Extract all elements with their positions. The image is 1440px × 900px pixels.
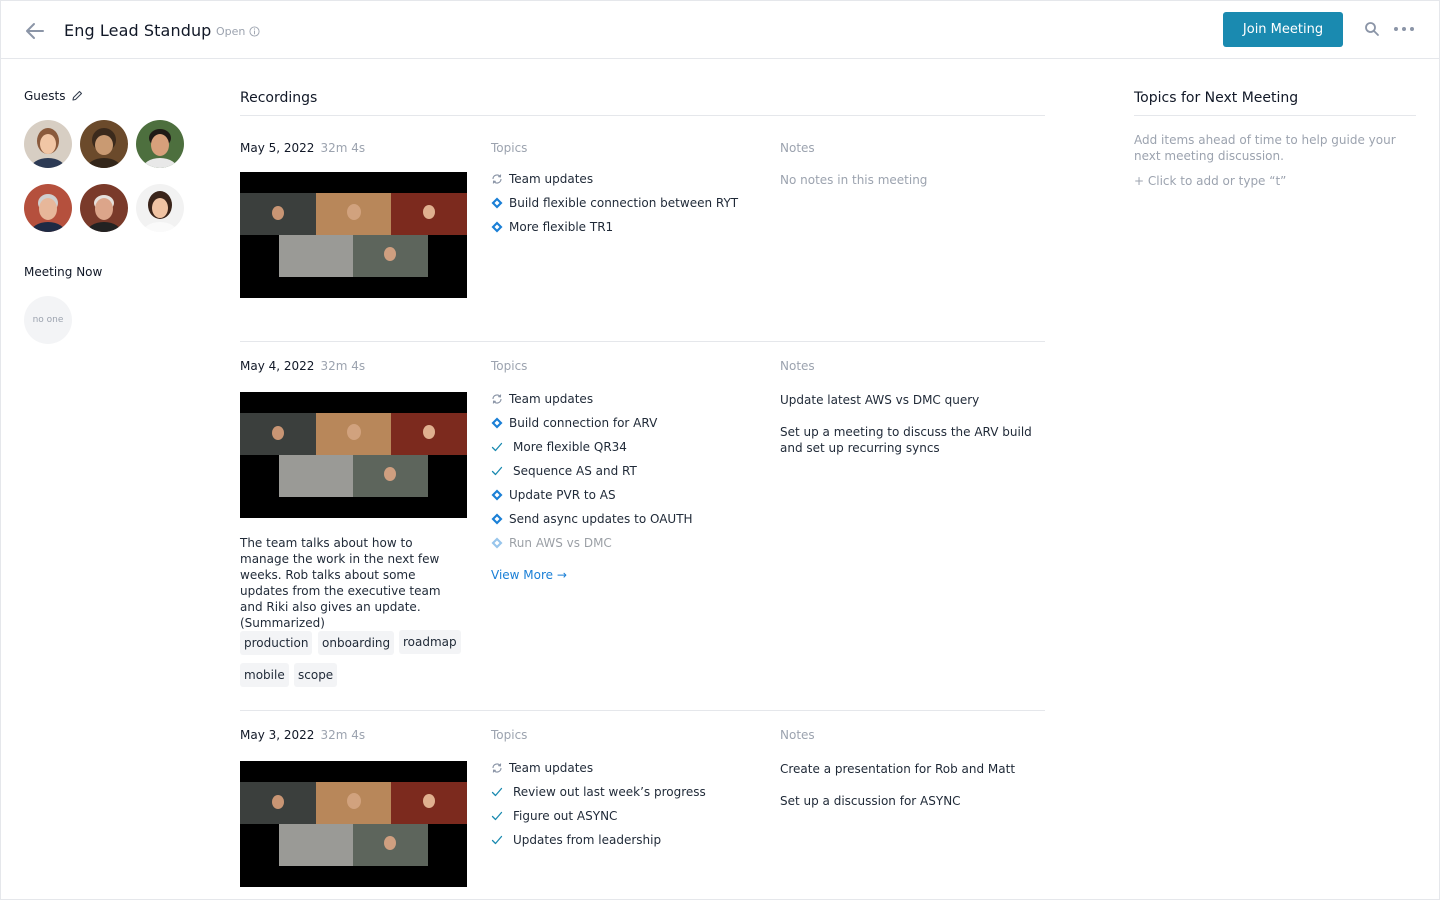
topic-item[interactable]: Updates from leadership [491, 833, 661, 847]
recording-duration: 32m 4s [320, 359, 366, 373]
topic-item[interactable]: Sequence AS and RT [491, 464, 637, 478]
guest-avatar[interactable] [136, 184, 184, 232]
diamond-icon [491, 221, 503, 233]
check-icon [491, 787, 503, 797]
tag-chip[interactable]: onboarding [318, 631, 395, 655]
back-arrow-icon[interactable] [24, 20, 46, 42]
diamond-icon [491, 197, 503, 209]
topics-header: Topics [491, 728, 528, 742]
topic-label: Send async updates to OAUTH [509, 512, 693, 526]
topic-item[interactable]: Build flexible connection between RYT [491, 196, 738, 210]
divider [240, 341, 1045, 342]
status-label: Open [216, 25, 246, 38]
note-item: Update latest AWS vs DMC query [780, 393, 980, 407]
topic-label: Build flexible connection between RYT [509, 196, 739, 210]
guests-label: Guests [24, 89, 66, 103]
tag-chip[interactable]: scope [294, 663, 338, 687]
topic-label: Figure out ASYNC [513, 809, 618, 823]
join-meeting-button[interactable]: Join Meeting [1223, 12, 1343, 47]
meeting-now-label: Meeting Now [24, 265, 103, 279]
check-icon [491, 835, 503, 845]
recording-date: May 4, 2022 32m 4s [240, 359, 365, 373]
notes-header: Notes [780, 359, 815, 373]
recording-thumbnail[interactable] [240, 761, 467, 887]
no-one-placeholder: no one [24, 296, 72, 344]
note-item: No notes in this meeting [780, 173, 928, 187]
recording-date-text: May 5, 2022 [240, 141, 315, 155]
topic-item[interactable]: Build connection for ARV [491, 416, 657, 430]
topic-item[interactable]: Run AWS vs DMC [491, 536, 612, 550]
guest-avatar[interactable] [80, 184, 128, 232]
topic-item[interactable]: Team updates [491, 761, 593, 775]
divider [240, 710, 1045, 711]
divider [1134, 115, 1416, 116]
guest-avatar[interactable] [80, 120, 128, 168]
view-more-link[interactable]: View More → [491, 568, 567, 582]
recording-date: May 5, 2022 32m 4s [240, 141, 365, 155]
recording-date: May 3, 2022 32m 4s [240, 728, 365, 742]
header: Eng Lead Standup Open Join Meeting [0, 0, 1440, 59]
diamond-icon [491, 417, 503, 429]
sync-icon [492, 174, 502, 184]
info-icon[interactable] [249, 26, 260, 37]
recording-summary: The team talks about how to manage the w… [240, 536, 441, 630]
topic-label: Run AWS vs DMC [509, 536, 612, 550]
recording-date-text: May 3, 2022 [240, 728, 315, 742]
topic-label: Build connection for ARV [509, 416, 658, 430]
status-badge: Open [216, 25, 260, 38]
topic-item[interactable]: Review out last week’s progress [491, 785, 706, 799]
divider [240, 115, 1045, 116]
diamond-icon [491, 513, 503, 525]
topic-label: More flexible QR34 [513, 440, 627, 454]
diamond-icon [491, 489, 503, 501]
recording-duration: 32m 4s [320, 728, 366, 742]
topic-item[interactable]: Team updates [491, 172, 593, 186]
topic-label: Team updates [509, 392, 594, 406]
topic-item[interactable]: Send async updates to OAUTH [491, 512, 693, 526]
edit-pencil-icon[interactable] [71, 90, 83, 102]
topic-item[interactable]: Team updates [491, 392, 593, 406]
tag-chip[interactable]: mobile [240, 663, 289, 687]
more-options-icon[interactable] [1393, 20, 1415, 38]
notes-header: Notes [780, 141, 815, 155]
sync-icon [492, 394, 502, 404]
topic-item[interactable]: Update PVR to AS [491, 488, 616, 502]
check-icon [491, 442, 503, 452]
topic-label: Update PVR to AS [509, 488, 616, 502]
note-item: Set up a discussion for ASYNC [780, 794, 961, 808]
guest-avatar[interactable] [136, 120, 184, 168]
note-item: Create a presentation for Rob and Matt [780, 762, 1016, 776]
topic-item[interactable]: Figure out ASYNC [491, 809, 617, 823]
check-icon [491, 811, 503, 821]
search-icon[interactable] [1364, 21, 1380, 37]
tag-chip[interactable]: roadmap [399, 630, 461, 654]
tag-chip[interactable]: production [240, 631, 313, 655]
topics-header: Topics [491, 141, 528, 155]
topic-label: Team updates [509, 761, 594, 775]
guest-avatar[interactable] [24, 184, 72, 232]
topic-label: Sequence AS and RT [513, 464, 637, 478]
topic-label: Team updates [509, 172, 594, 186]
recording-thumbnail[interactable] [240, 172, 467, 298]
topic-label: Updates from leadership [513, 833, 662, 847]
topic-item[interactable]: More flexible TR1 [491, 220, 613, 234]
page-title: Eng Lead Standup [64, 21, 212, 40]
topic-label: More flexible TR1 [509, 220, 614, 234]
sync-icon [492, 763, 502, 773]
topics-header: Topics [491, 359, 528, 373]
note-item: Set up a meeting to discuss the ARV buil… [780, 425, 1032, 455]
notes-header: Notes [780, 728, 815, 742]
check-icon [491, 466, 503, 476]
diamond-icon [491, 537, 503, 549]
next-meeting-title: Topics for Next Meeting [1134, 90, 1299, 106]
recording-duration: 32m 4s [320, 141, 366, 155]
next-meeting-description: Add items ahead of time to help guide yo… [1134, 133, 1396, 163]
recording-date-text: May 4, 2022 [240, 359, 315, 373]
topic-label: Review out last week’s progress [513, 785, 706, 799]
add-topic-button[interactable]: + Click to add or type “t” [1134, 174, 1286, 188]
topic-item[interactable]: More flexible QR34 [491, 440, 627, 454]
recording-thumbnail[interactable] [240, 392, 467, 518]
recordings-title: Recordings [240, 90, 318, 106]
guest-avatar[interactable] [24, 120, 72, 168]
